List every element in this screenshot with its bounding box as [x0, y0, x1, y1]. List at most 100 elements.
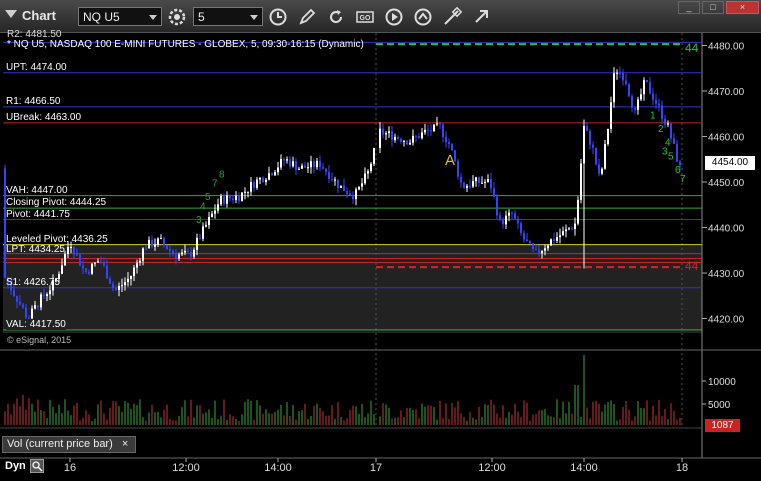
price-bar-body [565, 229, 567, 232]
price-bar-body [538, 249, 540, 254]
price-bar-body [517, 218, 519, 224]
draw-tool-icon[interactable] [413, 7, 433, 27]
price-bar-body [142, 248, 144, 261]
price-bar-body [634, 107, 636, 110]
study-legend[interactable]: Vol (current price bar) × [2, 436, 136, 453]
count-marker: 8 [219, 169, 225, 180]
play-icon[interactable] [384, 7, 404, 27]
price-bar-body [283, 158, 285, 161]
window-menu-icon[interactable] [5, 10, 17, 18]
crosshair-tool-icon[interactable] [442, 7, 462, 27]
study-close-icon[interactable]: × [122, 438, 128, 450]
price-bar-body [223, 196, 225, 204]
price-bar-body [469, 185, 471, 187]
time-tick-label: 12:00 [478, 462, 506, 474]
price-bar-body [292, 161, 294, 167]
price-tick-label: 4460.00 [708, 133, 745, 144]
price-bar-body [322, 167, 324, 169]
price-bar-body [391, 131, 393, 141]
price-bar-body [547, 245, 549, 249]
price-bar-body [280, 158, 282, 168]
close-button[interactable]: × [726, 1, 759, 14]
price-bar-body [544, 248, 546, 251]
price-bar-body [184, 250, 186, 253]
price-bar-body [226, 195, 228, 204]
level-label: LPT: 4434.25 [6, 243, 65, 255]
dynamic-mode-label[interactable]: Dyn [5, 460, 26, 472]
price-bar-body [349, 193, 351, 196]
price-bar-body [19, 301, 21, 305]
level-label: Pivot: 4441.75 [6, 208, 70, 220]
marker-a: A [445, 152, 456, 169]
price-bar-body [367, 171, 369, 174]
price-bar-body [487, 179, 489, 182]
price-tick-label: 4420.00 [708, 315, 745, 326]
link-icon[interactable] [471, 7, 491, 27]
price-bar-body [70, 247, 72, 249]
interval-input[interactable]: 5 [193, 7, 263, 26]
price-bar-body [373, 147, 375, 164]
price-bar-body [193, 249, 195, 257]
price-bar-body [640, 94, 642, 100]
clock-icon[interactable] [268, 7, 288, 27]
price-bar-body [124, 282, 126, 286]
zoom-icon[interactable] [30, 459, 44, 473]
price-bar-body [553, 239, 555, 242]
esignal-watermark: © eSignal, 2015 [7, 335, 72, 345]
price-bar-body [301, 165, 303, 169]
count-marker: 2 [658, 124, 664, 135]
price-bar-body [472, 181, 474, 187]
price-bar-body [394, 136, 396, 141]
refresh-icon[interactable] [326, 7, 346, 27]
price-bar-body [433, 124, 435, 132]
price-bar-body [214, 210, 216, 214]
price-bar-body [622, 73, 624, 81]
price-bar-body [361, 183, 363, 187]
symbol-dropdown-icon[interactable] [149, 15, 157, 20]
price-bar-body [505, 215, 507, 225]
price-bar-body [628, 84, 630, 97]
minimize-button[interactable]: _ [678, 1, 700, 14]
price-bar-body [457, 160, 459, 177]
price-bar-body [208, 216, 210, 226]
price-bar-body [277, 167, 279, 173]
price-bar-body [247, 191, 249, 193]
study-icon[interactable]: GO [355, 7, 375, 27]
price-bar-body [427, 129, 429, 131]
time-tick-label: 14:00 [264, 462, 292, 474]
pencil-icon[interactable] [297, 7, 317, 27]
price-bar-body [400, 138, 402, 142]
price-bar-body [430, 130, 432, 132]
price-bar-body [121, 285, 123, 287]
price-bar-body [187, 250, 189, 252]
count-marker: 4 [200, 201, 206, 212]
volume-tick-label: 5000 [708, 400, 731, 411]
price-bar-body [241, 192, 243, 201]
price-bar-body [175, 253, 177, 259]
price-bar-body [115, 287, 117, 291]
price-bar-body [493, 188, 495, 197]
settings-icon[interactable] [167, 7, 187, 27]
price-bar-body [535, 249, 537, 251]
level-label: Closing Pivot: 4444.25 [6, 197, 107, 209]
price-bar-body [364, 173, 366, 184]
price-bar-body [61, 265, 63, 275]
price-bar-body [268, 173, 270, 180]
symbol-input[interactable]: NQ U5 [78, 7, 162, 26]
price-bar-body [244, 191, 246, 193]
price-bar-body [403, 140, 405, 142]
price-bar-body [412, 135, 414, 143]
interval-value: 5 [198, 10, 205, 24]
interval-dropdown-icon[interactable] [250, 15, 258, 20]
price-bar-body [631, 96, 633, 108]
price-bar-body [220, 196, 222, 205]
price-bar-body [109, 278, 111, 284]
price-chart[interactable]: 1243 56778543 4480.004470.004460.004450.0… [0, 33, 761, 481]
price-bar-body [235, 195, 237, 200]
price-bar-body [388, 131, 390, 134]
count-marker: 7 [212, 179, 218, 190]
price-bar-body [88, 272, 90, 274]
price-bar-body [103, 261, 105, 266]
maximize-button[interactable]: □ [702, 1, 724, 14]
price-bar-body [91, 263, 93, 274]
